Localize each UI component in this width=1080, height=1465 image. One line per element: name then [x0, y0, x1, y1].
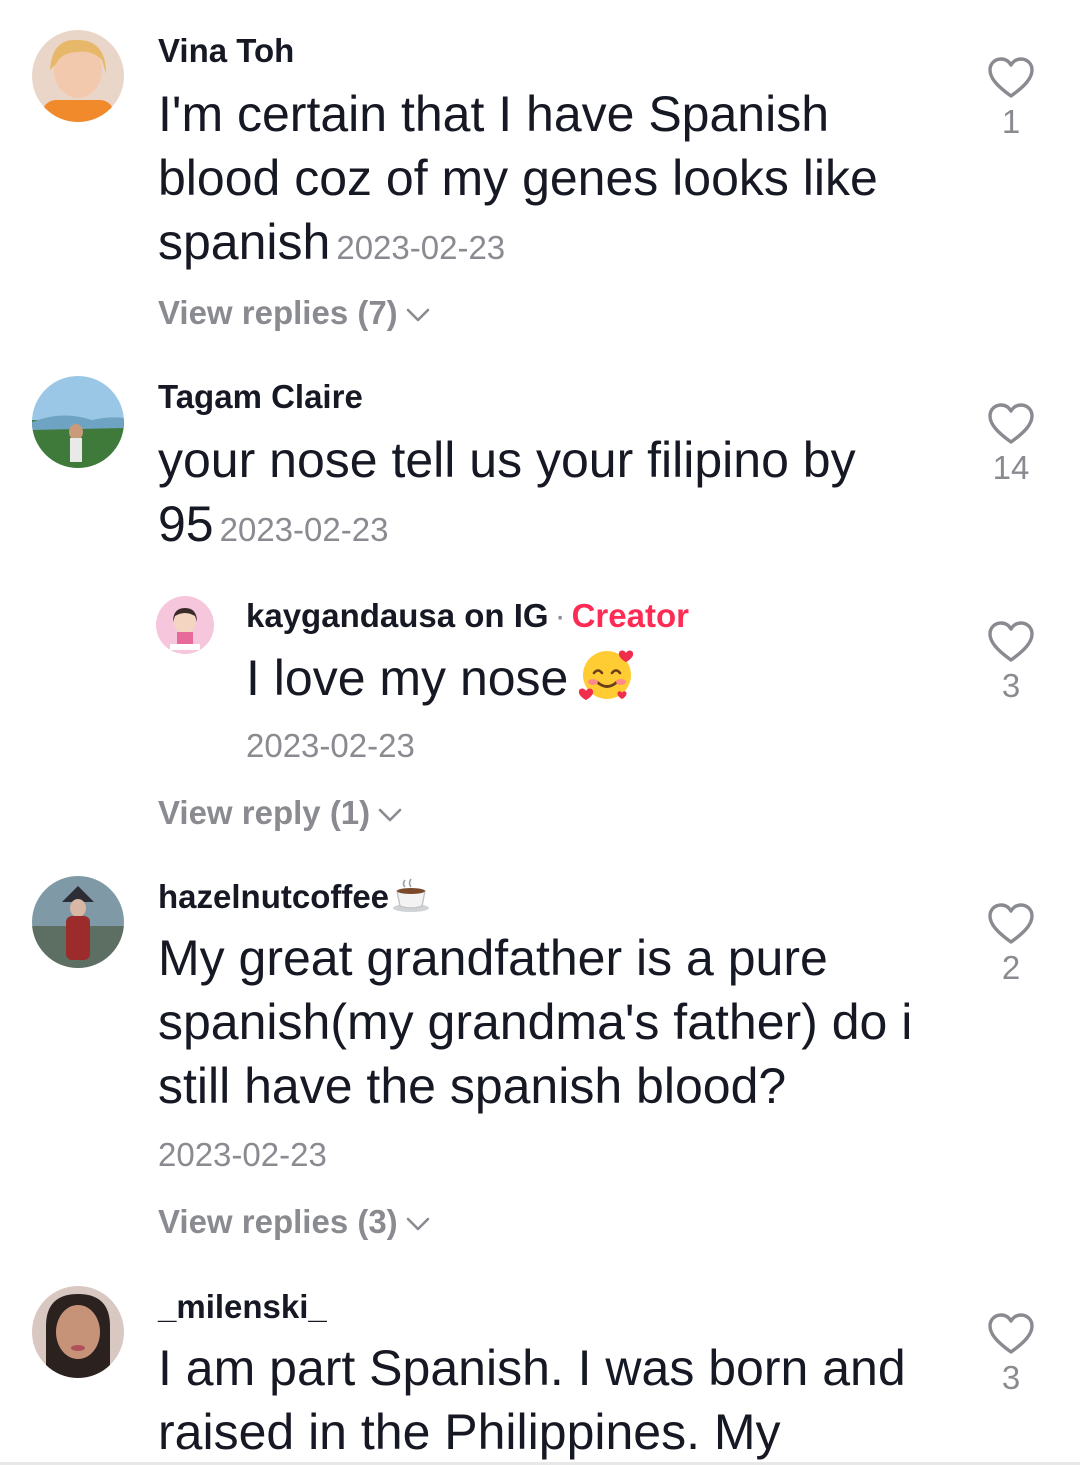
reply-username[interactable]: kaygandausa on IG · Creator: [246, 596, 689, 636]
view-replies-button[interactable]: View replies (7): [158, 293, 430, 333]
like-count: 3: [1001, 1359, 1021, 1396]
reply-date: 2023-02-23: [246, 727, 415, 764]
view-replies-label: View reply (1): [158, 794, 371, 831]
avatar[interactable]: [32, 876, 124, 968]
reply-text: I love my nose: [246, 645, 946, 710]
like-button[interactable]: 14: [981, 402, 1041, 488]
like-button[interactable]: 1: [981, 56, 1041, 142]
avatar[interactable]: [32, 30, 124, 122]
comment-date: 2023-02-23: [158, 1136, 327, 1173]
comment-text: I'm certain that I have Spanish blood co…: [158, 82, 958, 280]
chevron-down-icon: [406, 308, 429, 322]
chevron-down-icon: [406, 1217, 429, 1231]
comment-username[interactable]: hazelnutcoffee: [158, 877, 431, 917]
chevron-down-icon: [378, 808, 402, 822]
avatar[interactable]: [32, 1286, 124, 1378]
view-replies-label: View replies (7): [158, 294, 398, 331]
like-button[interactable]: 3: [981, 1312, 1041, 1398]
comment-date: 2023-02-23: [219, 511, 389, 548]
like-count: 14: [992, 449, 1030, 486]
heart-icon: [988, 903, 1034, 944]
heart-icon: [988, 57, 1034, 98]
comment-username[interactable]: Tagam Claire: [158, 377, 363, 417]
comment-username[interactable]: _milenski_: [158, 1287, 327, 1327]
comment-text: your nose tell us your filipino by 95 202…: [158, 428, 958, 562]
heart-icon: [988, 403, 1034, 444]
like-count: 3: [1001, 667, 1021, 704]
like-button[interactable]: 2: [981, 902, 1041, 988]
comment-text: My great grandfather is a pure spanish(m…: [158, 930, 913, 1114]
comment-body: I'm certain that I have Spanish blood co…: [158, 86, 878, 270]
view-replies-label: View replies (3): [158, 1203, 398, 1240]
like-count: 2: [1001, 949, 1021, 986]
like-count: 1: [1001, 103, 1021, 140]
heart-icon: [988, 1313, 1034, 1354]
comment-username[interactable]: Vina Toh: [158, 31, 294, 71]
comment-username-text: hazelnutcoffee: [158, 878, 390, 915]
avatar[interactable]: [32, 376, 124, 468]
reply-like-button[interactable]: 3: [981, 620, 1041, 706]
heart-icon: [988, 621, 1034, 662]
separator-dot: ·: [554, 597, 566, 634]
smiling-face-with-hearts-icon: [579, 650, 634, 700]
view-replies-button[interactable]: View replies (3): [158, 1202, 430, 1242]
reply-body: I love my nose: [246, 650, 569, 706]
creator-badge: Creator: [571, 597, 689, 634]
coffee-cup-icon: [393, 878, 430, 912]
comment-date: 2023-02-23: [336, 229, 506, 266]
view-replies-button[interactable]: View reply (1): [158, 793, 402, 833]
reply-avatar[interactable]: [156, 596, 214, 654]
reply-username-text: kaygandausa on IG: [246, 597, 549, 634]
comment-text: I am part Spanish. I was born and raised…: [158, 1340, 906, 1460]
